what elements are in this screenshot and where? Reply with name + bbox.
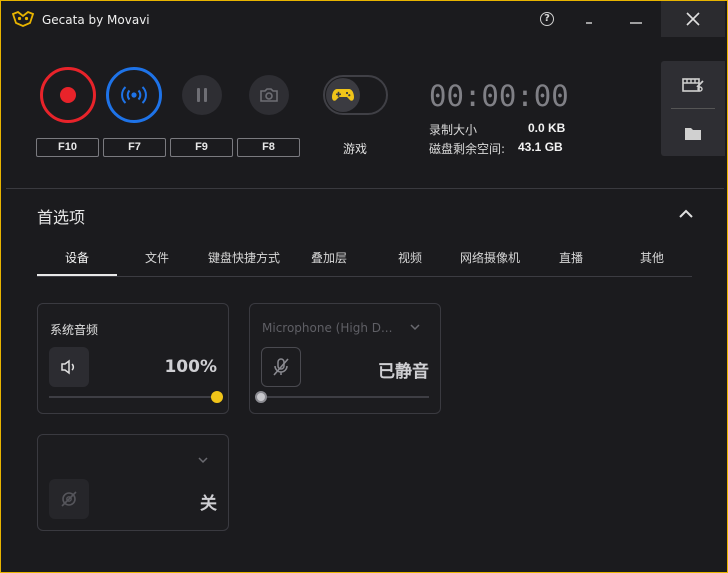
preferences-tabs: 设备 文件 键盘快捷方式 叠加层 视频 网络摄像机 直播 其他 [37,241,692,277]
gamepad-icon [332,89,354,101]
video-editor-button[interactable] [661,62,725,108]
folder-icon [685,127,701,140]
record-size-value: 0.0 KB [528,121,566,135]
microphone-mute-button[interactable] [261,347,301,387]
webcam-card: 关 [37,434,229,531]
close-button[interactable] [661,1,725,37]
system-audio-card: 系统音频 100% [37,303,229,414]
broadcast-icon [121,86,147,104]
screenshot-hotkey: F8 [237,138,300,157]
pause-icon [197,88,207,102]
section-divider [6,188,724,189]
minimize-icon [586,22,592,24]
tab-webcam[interactable]: 网络摄像机 [450,249,530,266]
microphone-status: 已静音 [378,362,429,382]
preferences-title: 首选项 [37,208,86,227]
system-audio-volume: 100% [164,357,217,377]
tab-hotkeys[interactable]: 键盘快捷方式 [204,249,284,266]
film-edit-icon [682,78,704,92]
open-folder-button[interactable] [661,110,725,156]
maximize-button[interactable] [621,1,651,37]
app-window: Gecata by Movavi ? F10 F7 F9 F8 游戏 00:00… [0,0,728,573]
camera-icon [260,88,278,102]
stream-hotkey: F7 [103,138,166,157]
recording-timer: 00:00:00 [429,79,569,113]
maximize-icon [630,22,642,24]
system-audio-mute-button[interactable] [49,347,89,387]
webcam-status: 关 [200,494,217,514]
disk-free-value: 43.1 GB [518,140,563,154]
collapse-preferences-button[interactable] [675,203,697,223]
tab-other[interactable]: 其他 [612,249,692,266]
webcam-toggle-button[interactable] [49,479,89,519]
record-icon [60,87,76,103]
record-hotkey: F10 [36,138,99,157]
tab-overlay[interactable]: 叠加层 [289,249,369,266]
chevron-up-icon [679,209,693,218]
webcam-off-icon [61,491,77,507]
tab-video[interactable]: 视频 [370,249,450,266]
stream-button[interactable] [106,67,162,123]
record-button[interactable] [40,67,96,123]
chevron-down-icon[interactable] [410,323,420,334]
speaker-icon [61,359,75,375]
microphone-slider-knob[interactable] [255,391,267,403]
game-mode-label: 游戏 [343,142,368,156]
game-mode-knob [326,78,360,112]
title-bar: Gecata by Movavi ? [1,1,727,37]
tab-devices[interactable]: 设备 [37,249,117,266]
screenshot-button[interactable] [249,75,289,115]
tab-streaming[interactable]: 直播 [531,249,611,266]
microphone-muted-icon [273,358,289,376]
microphone-device-select[interactable]: Microphone (High D... [262,321,392,335]
side-panel [661,61,725,156]
record-size-label: 录制大小 [429,123,478,137]
active-tab-underline [37,274,117,276]
minimize-button[interactable] [574,1,604,37]
system-audio-slider-knob[interactable] [211,391,223,403]
microphone-slider-track[interactable] [261,396,429,398]
side-divider [671,108,715,109]
system-audio-title: 系统音频 [50,323,99,337]
gecata-logo-icon [12,11,34,27]
pause-button[interactable] [182,75,222,115]
pause-hotkey: F9 [170,138,233,157]
disk-free-label: 磁盘剩余空间: [429,142,506,156]
tab-files[interactable]: 文件 [117,249,197,266]
help-icon: ? [540,12,554,26]
app-title: Gecata by Movavi [42,13,150,27]
webcam-dropdown-chevron-icon[interactable] [198,456,208,467]
microphone-card: Microphone (High D... 已静音 [249,303,441,414]
help-button[interactable]: ? [532,1,562,37]
system-audio-slider-track[interactable] [49,396,217,398]
close-icon [686,12,700,26]
game-mode-toggle[interactable] [323,75,388,115]
